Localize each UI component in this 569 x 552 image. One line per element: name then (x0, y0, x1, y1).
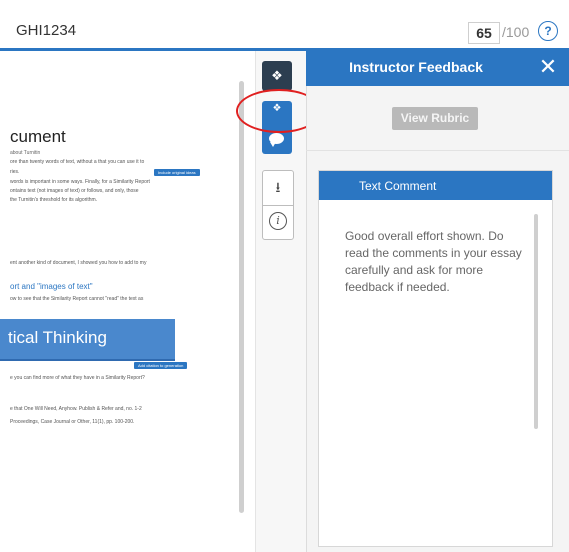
document-line: e you can find more of what they have in… (10, 375, 145, 381)
close-icon[interactable]: ✕ (534, 53, 562, 81)
document-line: ries. (10, 169, 20, 175)
document-line: ent another kind of document, I showed y… (10, 260, 147, 266)
top-bar: GHI1234 65 /100 ? (0, 0, 569, 48)
section-banner-title: tical Thinking (8, 328, 107, 347)
document-line: the Turnitin's threshold for its algorit… (10, 197, 98, 203)
document-heading: cument (10, 127, 66, 146)
add-citation-button[interactable]: Add citation to generation (134, 362, 188, 369)
document-scrollbar[interactable] (239, 81, 244, 513)
include-original-button[interactable]: Include original ideas (154, 169, 200, 176)
document-line: Proceedings, Case Journal or Other, 11(1… (10, 419, 135, 425)
text-comment-header: Text Comment (319, 171, 552, 200)
document-subheading-link[interactable]: ort and "images of text" (10, 282, 93, 291)
download-icon[interactable]: ⭳ (263, 177, 293, 201)
feedback-panel-header: Instructor Feedback ✕ (306, 48, 569, 86)
document-line: ontains text (not images of text) or fol… (10, 188, 139, 194)
document-line: ow to see that the Similarity Report can… (10, 296, 144, 302)
document-byline: about Turnitin (10, 150, 41, 156)
panel-title: Instructor Feedback (349, 59, 483, 75)
comment-scrollbar[interactable] (534, 214, 538, 429)
panel-divider (306, 150, 569, 151)
score-input[interactable]: 65 (468, 22, 500, 44)
document-id: GHI1234 (16, 22, 77, 39)
text-comment-body[interactable]: Good overall effort shown. Do read the c… (345, 228, 530, 296)
layers-icon: ❖ (271, 68, 283, 83)
section-banner: tical Thinking (0, 319, 175, 361)
document-line: words is important in some ways. Finally… (10, 179, 150, 185)
help-icon[interactable]: ? (538, 21, 558, 41)
document-line: ore than twenty words of text, without a… (10, 159, 145, 165)
document-viewer[interactable]: cument about Turnitin ore than twenty wo… (0, 51, 255, 552)
view-rubric-button[interactable]: View Rubric (392, 107, 478, 130)
document-line: e that One Will Need, Anyhow. Publish & … (10, 406, 142, 412)
layers-button[interactable]: ❖ (262, 61, 292, 91)
score-total: /100 (502, 24, 530, 40)
text-comment-title: Text Comment (359, 179, 437, 193)
rail-tool-group: ⭳ i (262, 170, 294, 240)
info-icon[interactable]: i (269, 212, 287, 230)
text-comment-card: Text Comment Good overall effort shown. … (318, 170, 553, 547)
rail-divider (263, 205, 293, 206)
